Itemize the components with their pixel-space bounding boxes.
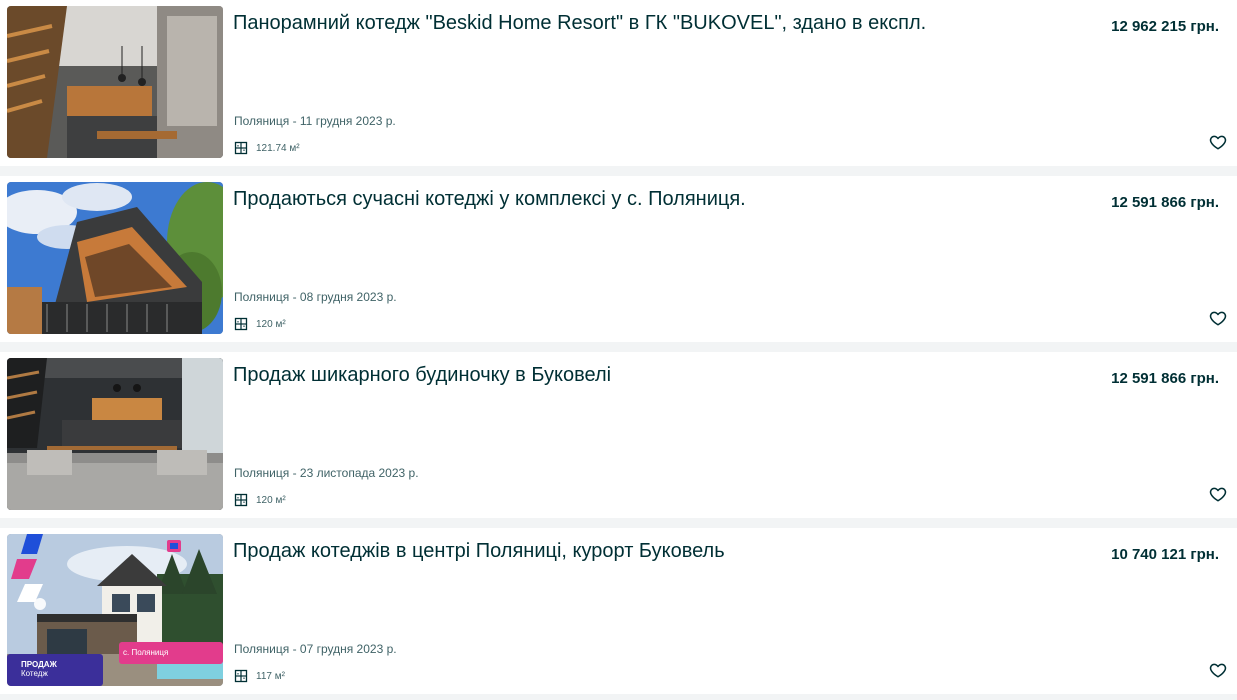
listing-area: 117 м²	[234, 668, 285, 684]
favorite-button[interactable]	[1207, 659, 1229, 681]
listing-card[interactable]: Продаються сучасні котеджі у комплексі у…	[0, 176, 1237, 342]
heart-outline-icon	[1209, 663, 1227, 678]
heart-outline-icon	[1209, 135, 1227, 150]
listing-results: Панорамний котедж "Beskid Home Resort" в…	[0, 0, 1237, 700]
listing-location-date: Поляниця - 08 грудня 2023 р.	[234, 290, 397, 304]
listing-price: 12 591 866 грн.	[1111, 370, 1219, 387]
favorite-button[interactable]	[1207, 483, 1229, 505]
listing-photo[interactable]: ПРОДАЖ Котедж с. Поляниця	[7, 534, 223, 686]
floor-plan-icon	[234, 669, 248, 683]
listing-price: 12 962 215 грн.	[1111, 18, 1219, 35]
listing-area-value: 117 м²	[256, 670, 285, 682]
listing-price: 10 740 121 грн.	[1111, 546, 1219, 563]
promo-place-label: с. Поляниця	[123, 648, 169, 657]
living-room-photo	[7, 358, 223, 510]
heart-outline-icon	[1209, 487, 1227, 502]
listing-card[interactable]: ПРОДАЖ Котедж с. Поляниця Продаж котеджі…	[0, 528, 1237, 694]
promo-sale-label: ПРОДАЖ Котедж	[21, 660, 57, 678]
listing-title[interactable]: Продаж шикарного будиночку в Буковелі	[233, 362, 1073, 388]
listing-area: 120 м²	[234, 492, 286, 508]
favorite-button[interactable]	[1207, 131, 1229, 153]
floor-plan-icon	[234, 317, 248, 331]
floor-plan-icon	[234, 493, 248, 507]
listing-title[interactable]: Продаж котеджів в центрі Поляниці, курор…	[233, 538, 1073, 564]
heart-outline-icon	[1209, 311, 1227, 326]
promo-sale-text: ПРОДАЖ	[21, 660, 57, 669]
listing-photo[interactable]	[7, 358, 223, 510]
listing-area-value: 121.74 м²	[256, 142, 300, 154]
listing-card[interactable]: Панорамний котедж "Beskid Home Resort" в…	[0, 0, 1237, 166]
listing-title[interactable]: Панорамний котедж "Beskid Home Resort" в…	[233, 10, 1073, 36]
listing-area-value: 120 м²	[256, 494, 286, 506]
listing-location-date: Поляниця - 07 грудня 2023 р.	[234, 642, 397, 656]
listing-title[interactable]: Продаються сучасні котеджі у комплексі у…	[233, 186, 1073, 212]
listing-area: 120 м²	[234, 316, 286, 332]
listing-price: 12 591 866 грн.	[1111, 194, 1219, 211]
exterior-photo	[7, 182, 223, 334]
listing-card[interactable]: Продаж шикарного будиночку в Буковелі 12…	[0, 352, 1237, 518]
floor-plan-icon	[234, 141, 248, 155]
promo-sale-subtext: Котедж	[21, 669, 48, 678]
listing-photo[interactable]	[7, 182, 223, 334]
listing-location-date: Поляниця - 11 грудня 2023 р.	[234, 114, 396, 128]
listing-photo[interactable]	[7, 6, 223, 158]
listing-location-date: Поляниця - 23 листопада 2023 р.	[234, 466, 419, 480]
favorite-button[interactable]	[1207, 307, 1229, 329]
listing-area-value: 120 м²	[256, 318, 286, 330]
interior-photo	[7, 6, 223, 158]
listing-area: 121.74 м²	[234, 140, 300, 156]
